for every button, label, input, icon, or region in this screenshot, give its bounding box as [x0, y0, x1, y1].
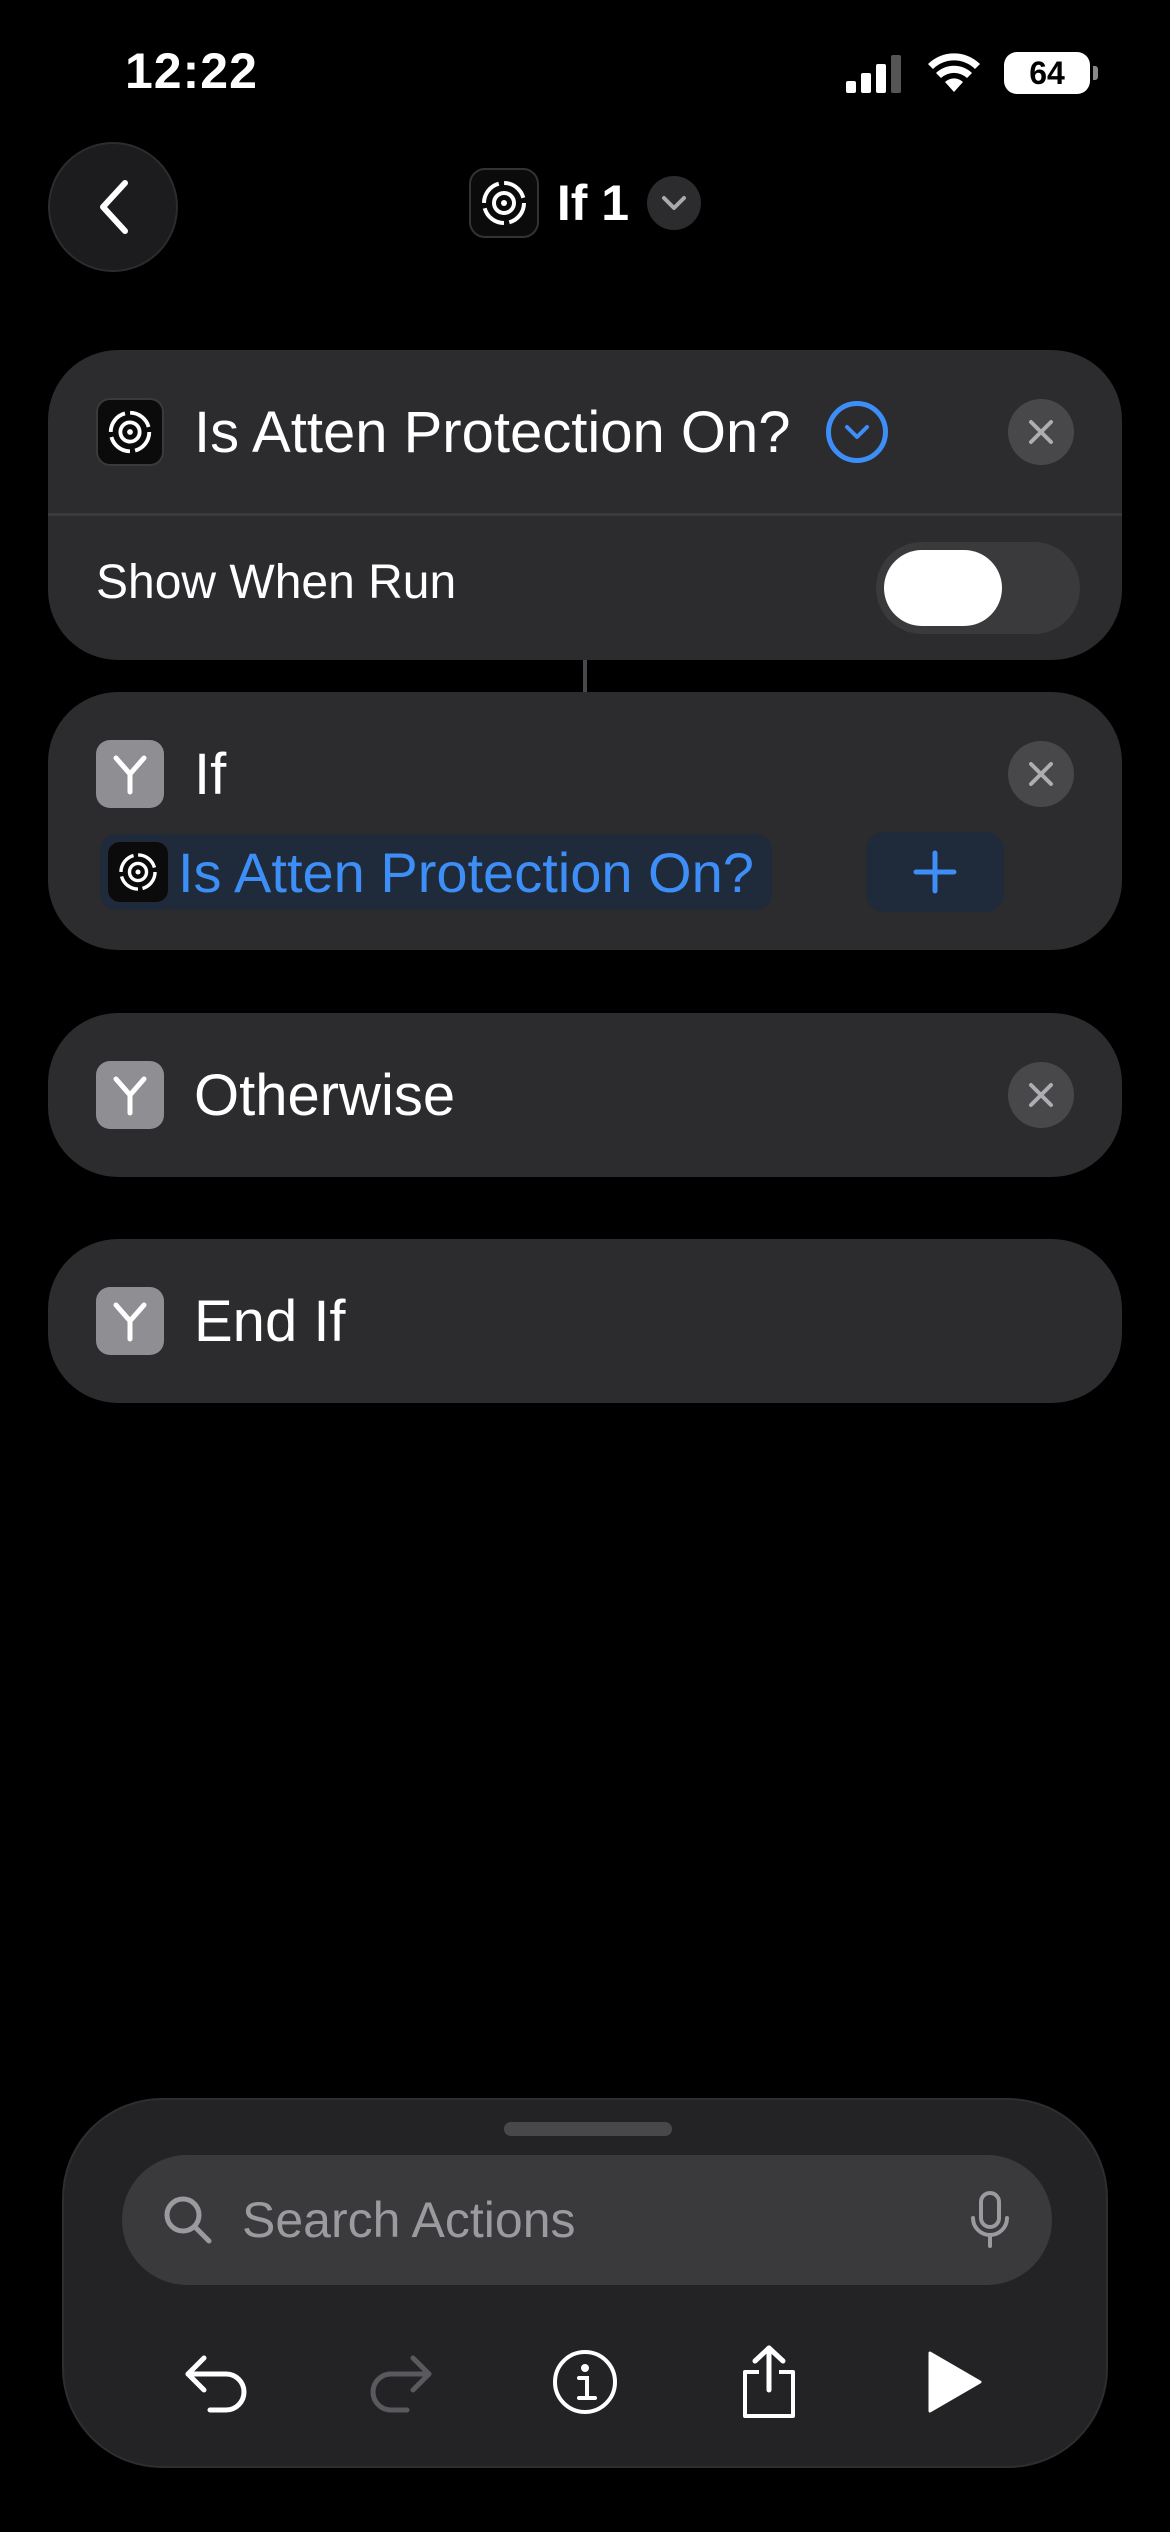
close-icon — [1029, 762, 1053, 786]
if-title: If — [194, 741, 227, 807]
battery-level: 64 — [1029, 54, 1065, 91]
nav-title: If 1 — [556, 175, 630, 231]
redo-button[interactable] — [351, 2332, 451, 2432]
target-icon — [108, 842, 168, 902]
if-header: If — [96, 740, 1074, 808]
close-icon — [1029, 1083, 1053, 1107]
actions-panel — [62, 2098, 1108, 2468]
search-icon — [164, 2196, 212, 2244]
redo-icon — [370, 2355, 432, 2413]
plus-icon — [913, 850, 957, 894]
info-button[interactable] — [535, 2332, 635, 2432]
show-when-run-toggle[interactable] — [876, 542, 1080, 634]
close-icon — [1029, 420, 1053, 444]
otherwise-card[interactable]: Otherwise — [48, 1013, 1122, 1177]
action-title: Is Atten Protection On? — [194, 399, 791, 465]
action-card[interactable]: Is Atten Protection On? Show When Run — [48, 350, 1122, 660]
endif-header: End If — [96, 1287, 1074, 1355]
branch-icon — [96, 1287, 164, 1355]
chevron-down-icon[interactable] — [647, 176, 702, 230]
condition-token[interactable]: Is Atten Protection On? — [100, 834, 772, 910]
battery-icon: 64 — [1004, 52, 1098, 94]
action-header: Is Atten Protection On? — [96, 398, 1074, 466]
info-icon — [552, 2350, 617, 2414]
share-icon — [743, 2345, 796, 2418]
connector-line — [583, 660, 587, 692]
toggle-knob — [884, 550, 1002, 626]
screen: 12:22 64 If 1 Is Atten Protection On? Sh… — [0, 0, 1170, 2532]
status-time: 12:22 — [125, 43, 258, 99]
remove-action-button[interactable] — [1008, 399, 1074, 465]
expand-button[interactable] — [826, 401, 889, 463]
cellular-signal-icon — [846, 55, 901, 93]
share-button[interactable] — [719, 2332, 819, 2432]
endif-title: End If — [194, 1288, 346, 1354]
undo-icon — [185, 2355, 247, 2413]
nav-title-menu[interactable]: If 1 — [0, 168, 1170, 238]
search-bar[interactable] — [122, 2155, 1052, 2285]
target-icon — [468, 168, 539, 238]
if-card[interactable]: If Is Atten Protection On? — [48, 692, 1122, 950]
condition-token-label: Is Atten Protection On? — [178, 840, 754, 904]
chevron-down-icon — [845, 425, 870, 439]
microphone-icon[interactable] — [968, 2190, 1012, 2250]
remove-otherwise-button[interactable] — [1008, 1062, 1074, 1128]
wifi-icon — [928, 53, 980, 92]
undo-button[interactable] — [166, 2332, 266, 2432]
add-condition-button[interactable] — [866, 832, 1004, 912]
show-when-run-label: Show When Run — [96, 556, 457, 609]
play-icon — [928, 2351, 982, 2413]
search-input[interactable] — [242, 2191, 968, 2249]
panel-grabber[interactable] — [504, 2122, 672, 2136]
run-button[interactable] — [904, 2332, 1004, 2432]
remove-if-button[interactable] — [1008, 741, 1074, 807]
status-icons: 64 — [844, 52, 1098, 94]
otherwise-title: Otherwise — [194, 1062, 456, 1128]
branch-icon — [96, 740, 164, 808]
bottom-toolbar — [64, 2322, 1106, 2442]
divider — [48, 513, 1122, 516]
branch-icon — [96, 1061, 164, 1129]
endif-card[interactable]: End If — [48, 1239, 1122, 1403]
otherwise-header: Otherwise — [96, 1061, 1074, 1129]
target-icon — [96, 398, 164, 466]
